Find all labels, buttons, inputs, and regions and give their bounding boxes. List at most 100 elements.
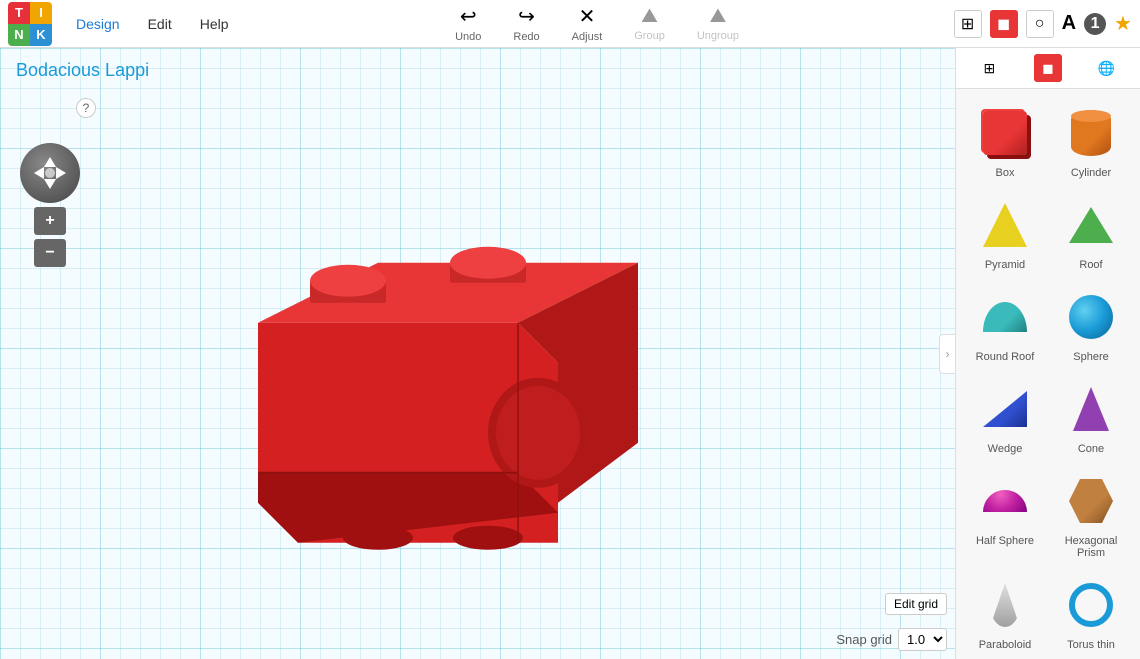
undo-label: Undo xyxy=(455,31,481,43)
shape-round-roof xyxy=(983,302,1027,332)
shape-icon-wedge xyxy=(975,379,1035,439)
shape-item-box[interactable]: Box xyxy=(964,97,1046,185)
shape-label-cylinder: Cylinder xyxy=(1071,167,1111,179)
nav-controls: + − xyxy=(20,143,80,267)
shape-cone xyxy=(1073,387,1109,431)
snap-grid-label: Snap grid xyxy=(836,632,892,647)
shape-item-roof[interactable]: Roof xyxy=(1050,189,1132,277)
zoom-out-button[interactable]: − xyxy=(34,239,66,267)
adjust-button[interactable]: ✕ Adjust xyxy=(564,0,611,47)
shape-item-pyramid[interactable]: Pyramid xyxy=(964,189,1046,277)
logo-n: N xyxy=(8,24,30,46)
menu-help[interactable]: Help xyxy=(188,10,241,38)
toolbar-right: ⊞ ◼ ○ A 1 ★ xyxy=(954,10,1132,38)
project-name[interactable]: Bodacious Lappi xyxy=(16,60,149,81)
number-badge[interactable]: 1 xyxy=(1084,13,1106,35)
shape-item-round-roof[interactable]: Round Roof xyxy=(964,281,1046,369)
shape-roof xyxy=(1069,207,1113,243)
shapes-cube-icon[interactable]: ◼ xyxy=(1034,54,1062,82)
logo-i: I xyxy=(30,2,52,24)
toolbar-center: ↩ Undo ↪ Redo ✕ Adjust ⛰ Group ⛰ Ungroup xyxy=(447,0,747,47)
ungroup-icon: ⛰ xyxy=(710,5,727,28)
logo-t: T xyxy=(8,2,30,24)
redo-icon: ↪ xyxy=(518,4,535,29)
ungroup-button[interactable]: ⛰ Ungroup xyxy=(689,1,747,46)
shape-label-paraboloid: Paraboloid xyxy=(979,639,1032,651)
undo-icon: ↩ xyxy=(460,4,477,29)
shape-label-torus-thin: Torus thin xyxy=(1067,639,1115,651)
shape-label-round-roof: Round Roof xyxy=(976,351,1035,363)
shape-item-sphere[interactable]: Sphere xyxy=(1050,281,1132,369)
redo-label: Redo xyxy=(513,31,539,43)
shape-item-half-sphere[interactable]: Half Sphere xyxy=(964,465,1046,565)
grid-view-icon[interactable]: ⊞ xyxy=(954,10,982,38)
shape-label-cone: Cone xyxy=(1078,443,1104,455)
shape-item-paraboloid[interactable]: Paraboloid xyxy=(964,569,1046,657)
shape-label-pyramid: Pyramid xyxy=(985,259,1025,271)
group-icon: ⛰ xyxy=(641,5,658,28)
right-panel: ⊞ ◼ 🌐 Box Cylinder Pyramid Roof Round Roof Sp… xyxy=(955,48,1140,659)
snap-grid-select[interactable]: 1.0 0.5 2.0 xyxy=(898,628,947,651)
shape-icon-round-roof xyxy=(975,287,1035,347)
panel-collapse-arrow[interactable]: › xyxy=(939,334,955,374)
shape-icon-half-sphere xyxy=(975,471,1035,531)
shape-item-torus-thin[interactable]: Torus thin xyxy=(1050,569,1132,657)
main-area: Bodacious Lappi ? + − xyxy=(0,48,1140,659)
pan-arrows-icon xyxy=(30,153,70,193)
group-label: Group xyxy=(634,30,665,42)
shape-label-wedge: Wedge xyxy=(988,443,1023,455)
sphere-view-icon[interactable]: ○ xyxy=(1026,10,1054,38)
shape-paraboloid xyxy=(990,583,1020,627)
shape-cylinder xyxy=(1071,110,1111,156)
shape-label-hexagonal-prism: Hexagonal Prism xyxy=(1054,535,1128,559)
shape-label-box: Box xyxy=(996,167,1015,179)
font-a-button[interactable]: A xyxy=(1062,12,1076,35)
shape-grid: Box Cylinder Pyramid Roof Round Roof Sphere We… xyxy=(956,89,1140,659)
shape-icon-hexagonal-prism xyxy=(1061,471,1121,531)
redo-button[interactable]: ↪ Redo xyxy=(505,0,547,47)
shape-item-wedge[interactable]: Wedge xyxy=(964,373,1046,461)
group-button[interactable]: ⛰ Group xyxy=(626,1,673,46)
menu-bar: T I N K Design Edit Help ↩ Undo ↪ Redo ✕… xyxy=(0,0,1140,48)
shape-icon-paraboloid xyxy=(975,575,1035,635)
menu-edit[interactable]: Edit xyxy=(136,10,184,38)
menu-design[interactable]: Design xyxy=(64,10,132,38)
panel-icons-row: ⊞ ◼ 🌐 xyxy=(956,48,1140,89)
pan-control[interactable] xyxy=(20,143,80,203)
shape-icon-pyramid xyxy=(975,195,1035,255)
shape-icon-box xyxy=(975,103,1035,163)
adjust-label: Adjust xyxy=(572,31,603,43)
3d-object xyxy=(178,162,678,587)
shapes-globe-icon[interactable]: 🌐 xyxy=(1093,54,1121,82)
shape-icon-sphere xyxy=(1061,287,1121,347)
shape-sphere xyxy=(1069,295,1113,339)
shape-icon-cylinder xyxy=(1061,103,1121,163)
shape-hexagonal-prism xyxy=(1069,479,1113,523)
shape-torus-thin xyxy=(1069,583,1113,627)
shape-box xyxy=(983,111,1027,155)
shape-item-cylinder[interactable]: Cylinder xyxy=(1050,97,1132,185)
shape-pyramid xyxy=(983,203,1027,247)
star-icon[interactable]: ★ xyxy=(1114,11,1132,36)
help-icon[interactable]: ? xyxy=(76,98,96,118)
shape-item-cone[interactable]: Cone xyxy=(1050,373,1132,461)
shape-label-sphere: Sphere xyxy=(1073,351,1108,363)
cube-view-icon[interactable]: ◼ xyxy=(990,10,1018,38)
shape-label-half-sphere: Half Sphere xyxy=(976,535,1034,547)
canvas-area[interactable]: Bodacious Lappi ? + − xyxy=(0,48,955,659)
shape-icon-torus-thin xyxy=(1061,575,1121,635)
shape-icon-roof xyxy=(1061,195,1121,255)
shapes-grid-icon[interactable]: ⊞ xyxy=(975,54,1003,82)
shape-label-roof: Roof xyxy=(1079,259,1102,271)
lego-brick-svg xyxy=(178,162,678,582)
undo-button[interactable]: ↩ Undo xyxy=(447,0,489,47)
zoom-in-button[interactable]: + xyxy=(34,207,66,235)
edit-grid-button[interactable]: Edit grid xyxy=(885,593,947,615)
tinkercad-logo[interactable]: T I N K xyxy=(8,2,52,46)
shape-icon-cone xyxy=(1061,379,1121,439)
snap-grid-bar: Snap grid 1.0 0.5 2.0 xyxy=(836,628,947,651)
shape-item-hexagonal-prism[interactable]: Hexagonal Prism xyxy=(1050,465,1132,565)
ungroup-label: Ungroup xyxy=(697,30,739,42)
shape-half-sphere xyxy=(983,490,1027,512)
logo-k: K xyxy=(30,24,52,46)
